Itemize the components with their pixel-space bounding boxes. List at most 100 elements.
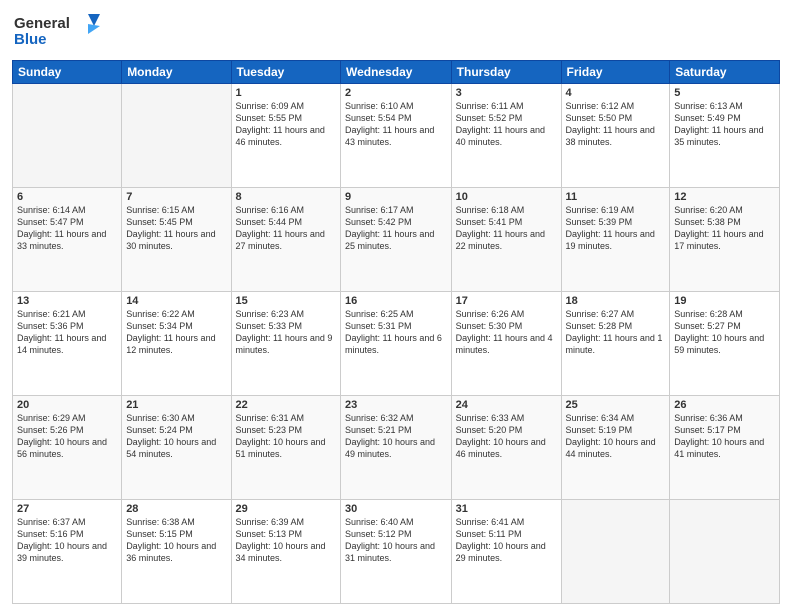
day-info: Sunrise: 6:37 AMSunset: 5:16 PMDaylight:… <box>17 516 117 565</box>
day-number: 30 <box>345 503 447 515</box>
calendar-week-4: 20Sunrise: 6:29 AMSunset: 5:26 PMDayligh… <box>13 396 780 500</box>
calendar-cell: 17Sunrise: 6:26 AMSunset: 5:30 PMDayligh… <box>451 292 561 396</box>
weekday-header-thursday: Thursday <box>451 61 561 84</box>
page: General Blue SundayMondayTuesdayWednesda… <box>0 0 792 612</box>
calendar-cell: 15Sunrise: 6:23 AMSunset: 5:33 PMDayligh… <box>231 292 340 396</box>
weekday-header-friday: Friday <box>561 61 670 84</box>
calendar-cell: 19Sunrise: 6:28 AMSunset: 5:27 PMDayligh… <box>670 292 780 396</box>
calendar-cell: 23Sunrise: 6:32 AMSunset: 5:21 PMDayligh… <box>340 396 451 500</box>
calendar-cell: 20Sunrise: 6:29 AMSunset: 5:26 PMDayligh… <box>13 396 122 500</box>
day-info: Sunrise: 6:22 AMSunset: 5:34 PMDaylight:… <box>126 308 226 357</box>
day-number: 27 <box>17 503 117 515</box>
day-info: Sunrise: 6:14 AMSunset: 5:47 PMDaylight:… <box>17 204 117 253</box>
day-info: Sunrise: 6:25 AMSunset: 5:31 PMDaylight:… <box>345 308 447 357</box>
day-info: Sunrise: 6:31 AMSunset: 5:23 PMDaylight:… <box>236 412 336 461</box>
calendar-cell <box>561 500 670 604</box>
day-info: Sunrise: 6:39 AMSunset: 5:13 PMDaylight:… <box>236 516 336 565</box>
day-number: 9 <box>345 191 447 203</box>
calendar-week-3: 13Sunrise: 6:21 AMSunset: 5:36 PMDayligh… <box>13 292 780 396</box>
calendar-cell <box>670 500 780 604</box>
day-number: 25 <box>566 399 666 411</box>
day-info: Sunrise: 6:20 AMSunset: 5:38 PMDaylight:… <box>674 204 775 253</box>
calendar-cell <box>122 84 231 188</box>
day-info: Sunrise: 6:12 AMSunset: 5:50 PMDaylight:… <box>566 100 666 149</box>
calendar-header-row: SundayMondayTuesdayWednesdayThursdayFrid… <box>13 61 780 84</box>
day-info: Sunrise: 6:40 AMSunset: 5:12 PMDaylight:… <box>345 516 447 565</box>
day-number: 23 <box>345 399 447 411</box>
calendar-cell: 8Sunrise: 6:16 AMSunset: 5:44 PMDaylight… <box>231 188 340 292</box>
calendar-cell: 12Sunrise: 6:20 AMSunset: 5:38 PMDayligh… <box>670 188 780 292</box>
day-info: Sunrise: 6:41 AMSunset: 5:11 PMDaylight:… <box>456 516 557 565</box>
day-info: Sunrise: 6:17 AMSunset: 5:42 PMDaylight:… <box>345 204 447 253</box>
day-info: Sunrise: 6:23 AMSunset: 5:33 PMDaylight:… <box>236 308 336 357</box>
calendar-cell: 13Sunrise: 6:21 AMSunset: 5:36 PMDayligh… <box>13 292 122 396</box>
day-number: 14 <box>126 295 226 307</box>
logo-svg: General Blue <box>12 10 102 54</box>
day-number: 22 <box>236 399 336 411</box>
calendar-cell: 6Sunrise: 6:14 AMSunset: 5:47 PMDaylight… <box>13 188 122 292</box>
day-number: 4 <box>566 87 666 99</box>
day-info: Sunrise: 6:27 AMSunset: 5:28 PMDaylight:… <box>566 308 666 357</box>
calendar-cell: 27Sunrise: 6:37 AMSunset: 5:16 PMDayligh… <box>13 500 122 604</box>
header: General Blue <box>12 10 780 54</box>
day-number: 3 <box>456 87 557 99</box>
day-info: Sunrise: 6:21 AMSunset: 5:36 PMDaylight:… <box>17 308 117 357</box>
day-number: 8 <box>236 191 336 203</box>
calendar-week-5: 27Sunrise: 6:37 AMSunset: 5:16 PMDayligh… <box>13 500 780 604</box>
day-info: Sunrise: 6:11 AMSunset: 5:52 PMDaylight:… <box>456 100 557 149</box>
weekday-header-sunday: Sunday <box>13 61 122 84</box>
svg-text:General: General <box>14 15 70 32</box>
svg-text:Blue: Blue <box>14 31 47 48</box>
day-info: Sunrise: 6:30 AMSunset: 5:24 PMDaylight:… <box>126 412 226 461</box>
day-info: Sunrise: 6:19 AMSunset: 5:39 PMDaylight:… <box>566 204 666 253</box>
calendar-cell: 14Sunrise: 6:22 AMSunset: 5:34 PMDayligh… <box>122 292 231 396</box>
calendar-cell: 26Sunrise: 6:36 AMSunset: 5:17 PMDayligh… <box>670 396 780 500</box>
day-number: 1 <box>236 87 336 99</box>
day-info: Sunrise: 6:16 AMSunset: 5:44 PMDaylight:… <box>236 204 336 253</box>
day-number: 26 <box>674 399 775 411</box>
calendar-cell: 7Sunrise: 6:15 AMSunset: 5:45 PMDaylight… <box>122 188 231 292</box>
calendar-week-2: 6Sunrise: 6:14 AMSunset: 5:47 PMDaylight… <box>13 188 780 292</box>
calendar-cell: 31Sunrise: 6:41 AMSunset: 5:11 PMDayligh… <box>451 500 561 604</box>
calendar-cell: 5Sunrise: 6:13 AMSunset: 5:49 PMDaylight… <box>670 84 780 188</box>
day-number: 12 <box>674 191 775 203</box>
day-number: 16 <box>345 295 447 307</box>
calendar-cell: 9Sunrise: 6:17 AMSunset: 5:42 PMDaylight… <box>340 188 451 292</box>
day-info: Sunrise: 6:38 AMSunset: 5:15 PMDaylight:… <box>126 516 226 565</box>
calendar-cell: 11Sunrise: 6:19 AMSunset: 5:39 PMDayligh… <box>561 188 670 292</box>
calendar-cell: 3Sunrise: 6:11 AMSunset: 5:52 PMDaylight… <box>451 84 561 188</box>
calendar-cell: 1Sunrise: 6:09 AMSunset: 5:55 PMDaylight… <box>231 84 340 188</box>
calendar-cell: 24Sunrise: 6:33 AMSunset: 5:20 PMDayligh… <box>451 396 561 500</box>
day-number: 31 <box>456 503 557 515</box>
weekday-header-monday: Monday <box>122 61 231 84</box>
calendar-cell: 18Sunrise: 6:27 AMSunset: 5:28 PMDayligh… <box>561 292 670 396</box>
day-info: Sunrise: 6:36 AMSunset: 5:17 PMDaylight:… <box>674 412 775 461</box>
calendar-cell: 29Sunrise: 6:39 AMSunset: 5:13 PMDayligh… <box>231 500 340 604</box>
day-info: Sunrise: 6:18 AMSunset: 5:41 PMDaylight:… <box>456 204 557 253</box>
weekday-header-saturday: Saturday <box>670 61 780 84</box>
calendar-cell: 28Sunrise: 6:38 AMSunset: 5:15 PMDayligh… <box>122 500 231 604</box>
calendar-week-1: 1Sunrise: 6:09 AMSunset: 5:55 PMDaylight… <box>13 84 780 188</box>
day-info: Sunrise: 6:26 AMSunset: 5:30 PMDaylight:… <box>456 308 557 357</box>
day-info: Sunrise: 6:33 AMSunset: 5:20 PMDaylight:… <box>456 412 557 461</box>
calendar-cell: 4Sunrise: 6:12 AMSunset: 5:50 PMDaylight… <box>561 84 670 188</box>
day-number: 2 <box>345 87 447 99</box>
calendar-cell: 22Sunrise: 6:31 AMSunset: 5:23 PMDayligh… <box>231 396 340 500</box>
calendar-cell: 21Sunrise: 6:30 AMSunset: 5:24 PMDayligh… <box>122 396 231 500</box>
day-number: 10 <box>456 191 557 203</box>
day-number: 15 <box>236 295 336 307</box>
day-number: 29 <box>236 503 336 515</box>
day-number: 28 <box>126 503 226 515</box>
day-number: 24 <box>456 399 557 411</box>
day-number: 20 <box>17 399 117 411</box>
day-number: 21 <box>126 399 226 411</box>
day-number: 6 <box>17 191 117 203</box>
calendar-cell: 16Sunrise: 6:25 AMSunset: 5:31 PMDayligh… <box>340 292 451 396</box>
day-number: 19 <box>674 295 775 307</box>
day-info: Sunrise: 6:28 AMSunset: 5:27 PMDaylight:… <box>674 308 775 357</box>
day-number: 18 <box>566 295 666 307</box>
day-info: Sunrise: 6:09 AMSunset: 5:55 PMDaylight:… <box>236 100 336 149</box>
day-number: 7 <box>126 191 226 203</box>
day-info: Sunrise: 6:32 AMSunset: 5:21 PMDaylight:… <box>345 412 447 461</box>
day-info: Sunrise: 6:34 AMSunset: 5:19 PMDaylight:… <box>566 412 666 461</box>
